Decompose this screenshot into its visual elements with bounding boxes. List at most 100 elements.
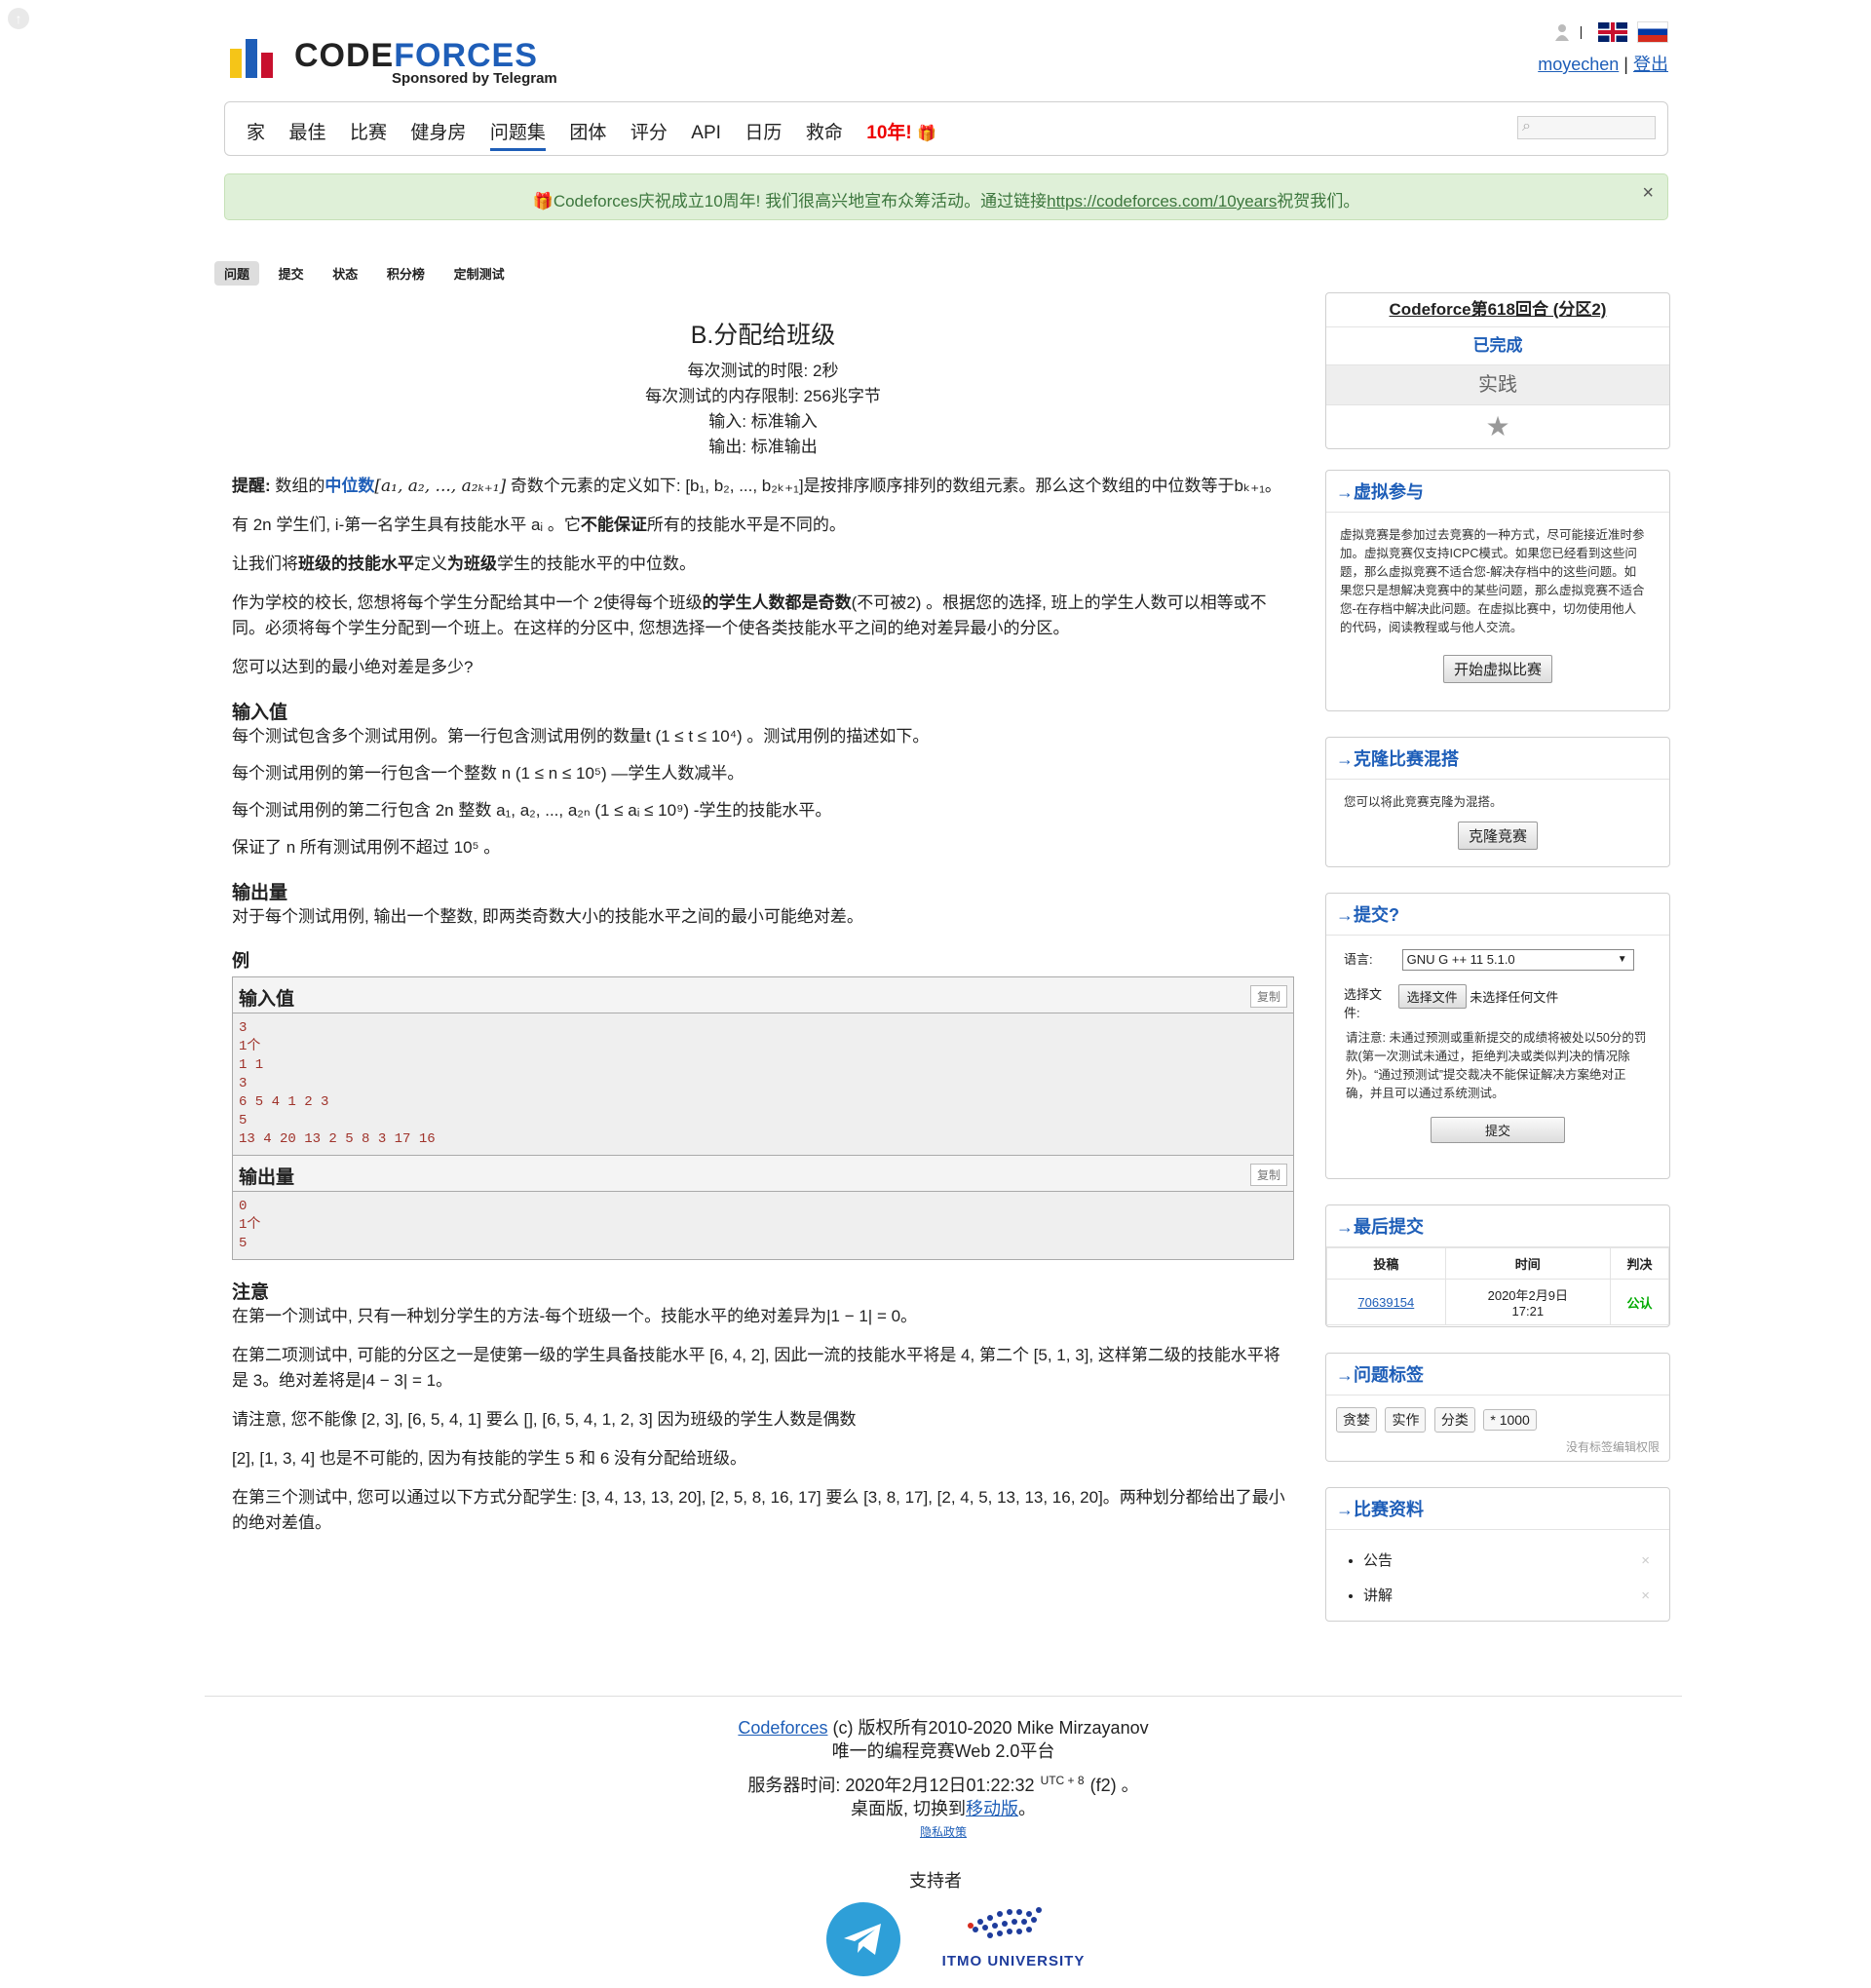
input-line-2: 每个测试用例的第一行包含一个整数 n (1 ≤ n ≤ 10⁵) —学生人数减半… [232,764,745,783]
copy-output-button[interactable]: 复制 [1249,1164,1287,1186]
sample-output-header: 输出量 复制 [233,1155,1293,1192]
input-spec: 输入: 标准输入 [708,412,818,431]
close-icon: × [1641,1552,1650,1569]
up-arrow-icon[interactable]: ↑ [8,8,29,29]
submit-title: →提交? [1326,894,1669,936]
menu-contests[interactable]: 比赛 [350,118,387,148]
time-limit: 每次测试的时限: 2秒 [687,362,839,380]
menu-rating[interactable]: 评分 [630,118,668,148]
tab-submit[interactable]: 提交 [269,261,314,286]
table-header: 投稿 时间 判决 [1326,1247,1670,1280]
start-virtual-button[interactable]: 开始虚拟比赛 [1442,655,1552,683]
tab-status[interactable]: 状态 [323,261,367,286]
last-submissions-box: →最后提交 投稿 时间 判决 70639154 2020年2月9日 17:21 公… [1325,1204,1670,1327]
supported-by: 支持者 [909,1871,962,1891]
itmo-logo[interactable]: ITMO UNIVERSITY [936,1900,1091,1978]
menu-home[interactable]: 家 [247,118,265,148]
menu-problemset[interactable]: 问题集 [489,118,546,151]
close-icon[interactable]: × [1642,182,1654,205]
codeforces-logo[interactable]: CODEFORCES Sponsored by Telegram [224,25,575,94]
paragraph-principal: 作为学校的校长, 您想将每个学生分配给其中一个 2使得每个班级的学生人数都是奇数… [232,593,1267,637]
star-icon[interactable]: ★ [1326,405,1669,448]
clone-title: →克隆比赛混搭 [1326,738,1669,780]
menu-top[interactable]: 最佳 [288,118,325,148]
paragraph-students: 有 2n 学生们, i-第一名学生具有技能水平 aᵢ 。它不能保证所有的技能水平… [232,516,846,534]
menu-groups[interactable]: 团体 [569,118,606,148]
tab-problem[interactable]: 问题 [214,261,260,286]
materials-list: 公告× 讲解× [1326,1544,1669,1614]
sponsored-text: Sponsored by Telegram [392,70,557,87]
clone-contest-box: →克隆比赛混搭 您可以将此竞赛克隆为混搭。 克隆竞赛 [1325,737,1670,867]
sample-input-header: 输入值 复制 [233,977,1293,1013]
tag-sortings[interactable]: 分类 [1433,1407,1475,1433]
username-link[interactable]: moyechen [1538,55,1619,74]
input-line-3: 每个测试用例的第二行包含 2n 整数 a₁, a₂, ..., a₂ₙ (1 ≤… [232,801,832,820]
menu-10-years[interactable]: 10年! 🎁 [866,118,936,148]
ru-flag-icon[interactable] [1637,21,1668,43]
footer-copyright: Codeforces (c) 版权所有2010-2020 Mike Mirzay… [738,1718,1149,1738]
practice-label: 实践 [1326,365,1669,405]
menu-help[interactable]: 救命 [806,118,843,148]
mobile-version-link[interactable]: 移动版 [966,1799,1018,1818]
gift-icon: 🎁 [917,126,936,142]
tag-greedy[interactable]: 贪婪 [1336,1407,1377,1433]
alert-link[interactable]: https://codeforces.com/10years [1047,192,1277,210]
menu-gym[interactable]: 健身房 [410,118,466,148]
note-heading: 注意 [232,1282,270,1303]
footer-server-time: 服务器时间: 2020年2月12日01:22:32 UTC + 8 (f2) 。 [747,1774,1139,1795]
language-select[interactable]: GNU G ++ 11 5.1.0 ▼ [1401,949,1634,971]
contest-name-link[interactable]: Codeforce第618回合 (分区2) [1326,293,1669,327]
problem-body: 提醒: 数组的中位数[a₁, a₂, ..., a₂ₖ₊₁] 奇数个元素的定义如… [232,474,1294,680]
search-input[interactable]: ⌕ [1517,116,1656,139]
tag-implementation[interactable]: 实作 [1385,1407,1427,1433]
file-status: 未选择任何文件 [1470,990,1559,1005]
footer-codeforces-link[interactable]: Codeforces [738,1718,827,1738]
tab-standings[interactable]: 积分榜 [377,261,435,286]
input-line-4: 保证了 n 所有测试用例不超过 10⁵ 。 [232,838,501,857]
user-links: moyechen | 登出 [1538,51,1668,76]
tab-custom-test[interactable]: 定制测试 [444,261,515,286]
sample-output-title: 输出量 [239,1167,295,1188]
footer: Codeforces (c) 版权所有2010-2020 Mike Mirzay… [205,1696,1682,1844]
search-icon: ⌕ [1522,118,1531,134]
language-row: 语言: GNU G ++ 11 5.1.0 ▼ [1326,936,1669,971]
chevron-down-icon: ▼ [1617,954,1627,965]
submission-id-link[interactable]: 70639154 [1357,1295,1414,1310]
menu-10-years-label: 10年! [866,123,912,143]
list-item[interactable]: 讲解× [1363,1579,1669,1614]
last-submissions-title: →最后提交 [1326,1205,1669,1247]
alert-text: 🎁Codeforces庆祝成立10周年! 我们很高兴地宣布众筹活动。通过链接ht… [532,192,1360,210]
tags-list: 贪婪 实作 分类 * 1000 [1326,1395,1669,1433]
gift-icon: 🎁 [532,192,554,210]
menu-api[interactable]: API [691,123,721,148]
logout-link[interactable]: 登出 [1633,55,1668,74]
output-line: 对于每个测试用例, 输出一个整数, 即两类奇数大小的技能水平之间的最小可能绝对差… [232,907,863,926]
choose-file-button[interactable]: 选择文件 [1397,984,1467,1009]
tag-difficulty[interactable]: * 1000 [1483,1409,1537,1431]
problem-limits: 每次测试的时限: 2秒 每次测试的内存限制: 256兆字节 输入: 标准输入 输… [232,359,1294,460]
uk-flag-icon[interactable] [1598,22,1628,42]
menu-calendar[interactable]: 日历 [745,118,782,148]
submit-box: →提交? 语言: GNU G ++ 11 5.1.0 ▼ 选择文件: 选择文件 未… [1325,893,1670,1179]
telegram-icon[interactable] [826,1902,900,1976]
note-body: 在第一个测试中, 只有一种划分学生的方法-每个班级一个。技能水平的绝对差异为|1… [232,1304,1294,1536]
materials-title: →比赛资料 [1326,1488,1669,1530]
sample-output: 0 1个 5 [239,1199,261,1251]
problem-statement: B.分配给班级 每次测试的时限: 2秒 每次测试的内存限制: 256兆字节 输入… [232,292,1294,1536]
user-separator: | [1623,55,1628,74]
submit-button[interactable]: 提交 [1431,1117,1565,1143]
clone-button[interactable]: 克隆竞赛 [1457,822,1538,850]
list-item[interactable]: 公告× [1363,1544,1669,1579]
submissions-table: 投稿 时间 判决 70639154 2020年2月9日 17:21 公认 [1326,1247,1670,1325]
note-2: 在第二项测试中, 可能的分区之一是使第一级的学生具备技能水平 [6, 4, 2]… [232,1346,1280,1390]
user-icon[interactable] [1554,23,1570,41]
col-submission: 投稿 [1326,1247,1446,1280]
privacy-link[interactable]: 隐私政策 [920,1825,967,1839]
tags-title: →问题标签 [1326,1354,1669,1395]
submission-date: 2020年2月9日 [1487,1288,1568,1303]
problem-title: B.分配给班级 [690,322,836,349]
file-row: 选择文件: 选择文件 未选择任何文件 [1326,971,1669,1021]
anniversary-alert: 🎁Codeforces庆祝成立10周年! 我们很高兴地宣布众筹活动。通过链接ht… [224,173,1668,220]
col-time: 时间 [1444,1247,1611,1280]
copy-input-button[interactable]: 复制 [1249,985,1287,1008]
